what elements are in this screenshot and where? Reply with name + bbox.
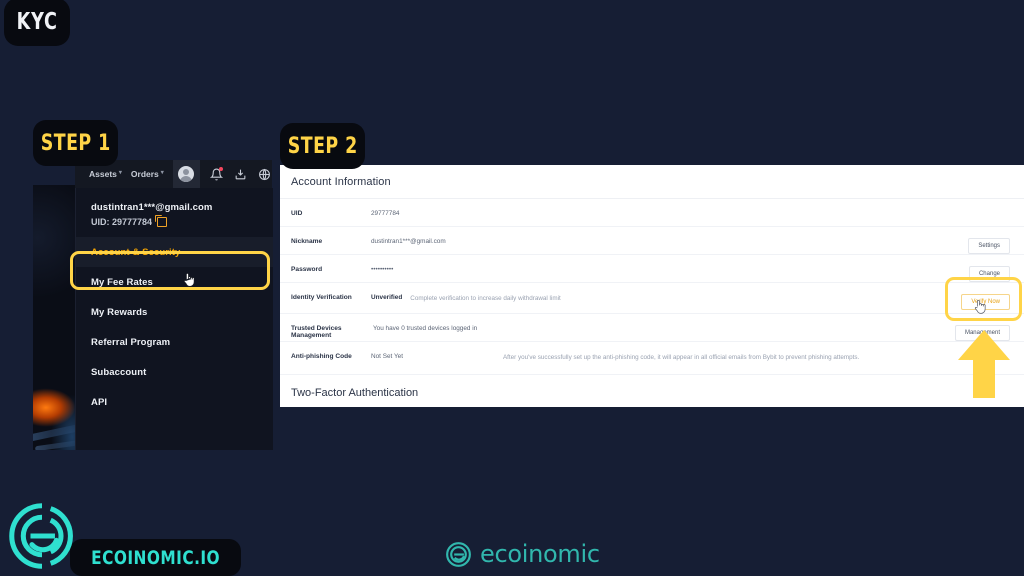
row-value: •••••••••• <box>371 266 394 273</box>
language-globe-icon <box>259 168 270 180</box>
mouse-cursor-hand-icon <box>974 299 986 314</box>
dropdown-item-label: Subaccount <box>91 366 147 378</box>
dropdown-item-subaccount[interactable]: Subaccount <box>76 357 273 387</box>
ecoinomic-logo-icon <box>9 503 73 569</box>
brand-left: ECOINOMIC.IO <box>4 503 242 576</box>
nav-item-assets-label: Assets <box>89 169 117 179</box>
notification-bell-button[interactable] <box>209 166 224 182</box>
copy-icon[interactable] <box>155 215 168 227</box>
background-photo <box>33 185 79 450</box>
step1-badge: STEP 1 <box>33 120 118 166</box>
dropdown-uid-label: UID: 29777784 <box>91 217 153 227</box>
row-value: 29777784 <box>371 210 400 217</box>
table-row: Nickname dustintran1***@gmail.com Settin… <box>280 227 1024 255</box>
notification-badge-dot <box>218 167 223 171</box>
dropdown-user-block: dustintran1***@gmail.com UID: 29777784 <box>76 188 273 227</box>
row-value: dustintran1***@gmail.com <box>371 238 446 245</box>
ecoinomic-mini-logo-icon <box>446 541 471 567</box>
row-note: Complete verification to increase daily … <box>410 295 561 302</box>
chevron-down-icon: ▾ <box>118 170 122 176</box>
dropdown-uid-row: UID: 29777784 <box>91 215 273 227</box>
dropdown-menu-list: Account & Security My Fee Rates My Rewar… <box>76 237 273 417</box>
dropdown-email: dustintran1***@gmail.com <box>91 202 213 213</box>
row-label: Trusted Devices Management <box>291 325 342 339</box>
table-row: Anti-phishing Code Not Set Yet After you… <box>280 342 1024 375</box>
two-factor-section-title: Two-Factor Authentication <box>291 387 419 399</box>
brand-left-pill: ECOINOMIC.IO <box>70 539 242 576</box>
table-row: Identity Verification Unverified Complet… <box>280 283 1024 314</box>
account-information-panel: Account Information UID 29777784 Nicknam… <box>280 165 1024 407</box>
nav-item-assets[interactable]: Assets ▾ <box>89 169 122 179</box>
step2-badge: STEP 2 <box>280 123 365 169</box>
up-arrow-annotation-icon <box>958 330 1010 398</box>
change-password-button[interactable]: Change <box>968 266 1010 282</box>
download-app-button[interactable] <box>233 166 248 182</box>
row-note: After you've successfully set up the ant… <box>502 354 860 361</box>
brand-left-wordmark: ECOINOMIC.IO <box>91 546 221 569</box>
row-label: Password <box>291 266 323 273</box>
row-action-cell: Settings <box>968 234 1010 254</box>
table-row: UID 29777784 <box>280 199 1024 227</box>
kyc-badge: KYC <box>4 0 70 46</box>
row-value: You have 0 trusted devices logged in <box>373 325 478 332</box>
dropdown-item-label: My Rewards <box>91 306 148 318</box>
settings-button[interactable]: Settings <box>968 238 1010 254</box>
step1-badge-label: STEP 1 <box>40 130 111 156</box>
table-row: Trusted Devices Management You have 0 tr… <box>280 314 1024 342</box>
table-row: Password •••••••••• Change <box>280 255 1024 283</box>
dropdown-item-account-security[interactable]: Account & Security <box>76 237 273 267</box>
row-label: Anti-phishing Code <box>291 353 352 360</box>
nav-item-orders[interactable]: Orders ▾ <box>131 169 164 179</box>
slide-canvas: KYC STEP 1 STEP 2 Assets ▾ Orders ▾ dust… <box>0 0 1024 576</box>
dropdown-item-referral-program[interactable]: Referral Program <box>76 327 273 357</box>
dropdown-item-label: API <box>91 396 108 408</box>
dropdown-item-my-fee-rates[interactable]: My Fee Rates <box>76 267 273 297</box>
account-dropdown-menu: dustintran1***@gmail.com UID: 29777784 A… <box>75 188 273 450</box>
nav-item-orders-label: Orders <box>130 169 159 179</box>
row-action-cell: Change <box>968 262 1010 282</box>
photo-streak <box>33 423 79 442</box>
step2-badge-label: STEP 2 <box>287 133 358 159</box>
dropdown-item-label: My Fee Rates <box>91 276 153 288</box>
avatar-icon <box>178 166 195 182</box>
brand-center-wordmark: ecoinomic <box>480 540 600 568</box>
chevron-down-icon: ▾ <box>160 170 164 176</box>
panel-title: Account Information <box>291 176 391 188</box>
dropdown-item-label: Referral Program <box>91 336 171 348</box>
status-badge: Unverified <box>371 294 403 301</box>
avatar-button[interactable] <box>172 160 200 188</box>
photo-streak-secondary <box>34 439 79 450</box>
dropdown-item-my-rewards[interactable]: My Rewards <box>76 297 273 327</box>
row-label: Nickname <box>291 238 323 245</box>
step1-screenshot: Assets ▾ Orders ▾ dustintran1***@gmail.c… <box>33 160 273 450</box>
dropdown-item-api[interactable]: API <box>76 387 273 417</box>
brand-center: ecoinomic <box>445 540 600 568</box>
language-button[interactable] <box>257 166 272 182</box>
mouse-cursor-hand-icon <box>183 272 195 287</box>
row-label: UID <box>291 210 303 217</box>
dropdown-item-label: Account & Security <box>91 246 181 258</box>
download-icon <box>235 169 246 179</box>
row-value: Not Set Yet <box>371 353 403 360</box>
row-label: Identity Verification <box>291 294 352 301</box>
kyc-badge-label: KYC <box>16 9 58 35</box>
